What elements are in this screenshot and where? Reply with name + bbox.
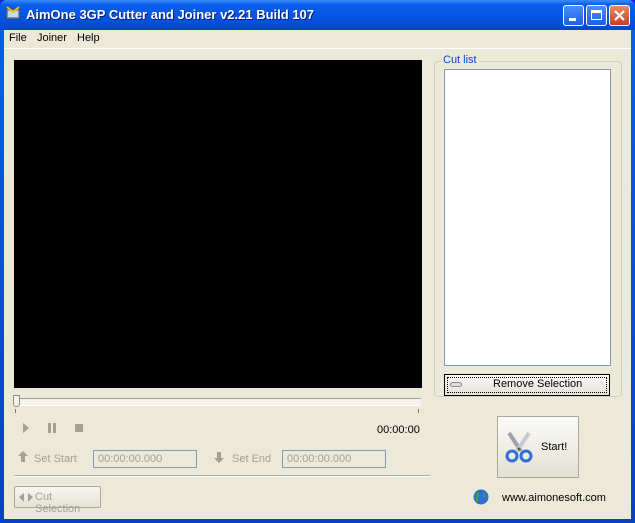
set-start-icon [18, 451, 28, 462]
app-icon [5, 6, 21, 20]
cut-list[interactable] [444, 69, 611, 366]
cut-selection-icon [19, 493, 33, 502]
minimize-icon [569, 18, 576, 21]
stop-icon[interactable] [73, 422, 85, 434]
set-start-button[interactable]: Set Start [34, 453, 77, 465]
close-icon [614, 10, 625, 21]
window-title: AimOne 3GP Cutter and Joiner v2.21 Build… [26, 7, 315, 22]
menu-bar: File Joiner Help [4, 30, 631, 49]
cut-selection-button[interactable]: Cut Selection [14, 486, 101, 515]
seek-tick-end [418, 409, 419, 413]
maximize-icon [591, 10, 602, 20]
globe-icon [473, 489, 489, 505]
end-time-field[interactable]: 00:00:00.000 [282, 450, 386, 468]
play-icon[interactable] [20, 422, 32, 434]
current-time: 00:00:00 [377, 424, 420, 436]
remove-selection-label: Remove Selection [493, 378, 583, 390]
menu-joiner[interactable]: Joiner [37, 32, 67, 44]
minimize-button[interactable] [563, 5, 584, 26]
seek-slider-thumb[interactable] [13, 395, 20, 407]
scissors-icon [505, 431, 533, 463]
remove-selection-button[interactable]: Remove Selection [444, 374, 610, 396]
set-end-icon [214, 452, 224, 463]
video-preview [14, 60, 422, 388]
start-time-field[interactable]: 00:00:00.000 [93, 450, 197, 468]
cut-list-label: Cut list [441, 54, 479, 66]
close-button[interactable] [609, 5, 630, 26]
client-area: File Joiner Help 00:00:00 Set Start 00:0… [4, 30, 631, 519]
website-link[interactable]: www.aimonesoft.com [502, 492, 606, 504]
start-button[interactable]: Start! [497, 416, 579, 478]
separator [14, 475, 430, 477]
menu-file[interactable]: File [9, 32, 27, 44]
set-end-button[interactable]: Set End [232, 453, 271, 465]
pause-icon[interactable] [46, 422, 58, 434]
maximize-button[interactable] [586, 5, 607, 26]
app-window: AimOne 3GP Cutter and Joiner v2.21 Build… [0, 0, 635, 523]
minus-icon [450, 382, 462, 387]
cut-selection-label: Cut Selection [35, 491, 81, 515]
start-label: Start! [541, 441, 568, 453]
menu-help[interactable]: Help [77, 32, 100, 44]
seek-tick-start [15, 409, 16, 413]
title-bar[interactable]: AimOne 3GP Cutter and Joiner v2.21 Build… [0, 0, 635, 30]
seek-slider[interactable] [14, 398, 421, 406]
